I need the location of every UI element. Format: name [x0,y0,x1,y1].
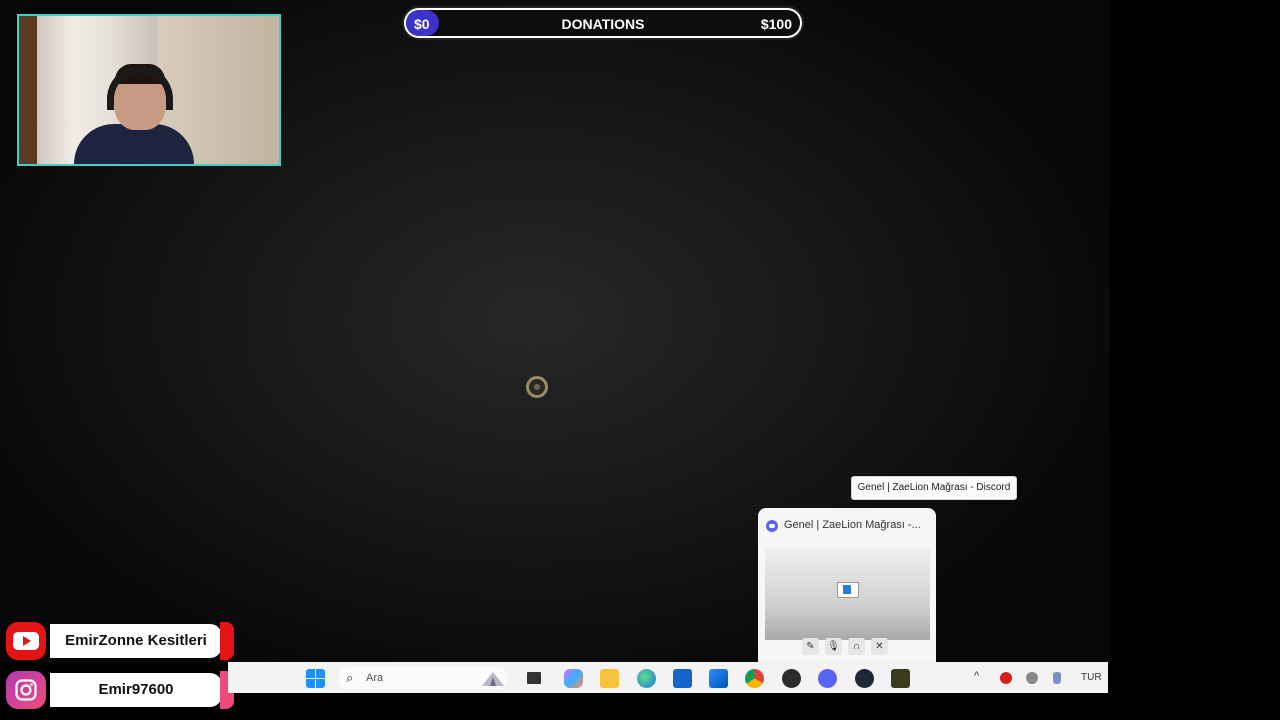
youtube-channel-label: EmirZonne Kesitleri [50,624,222,658]
screen-share-icon[interactable]: ✎ [802,638,819,655]
instagram-badge: Emir97600 [6,671,234,709]
headphones-icon[interactable]: ∩ [848,638,865,655]
folder-icon[interactable] [600,669,619,688]
instagram-icon [6,671,46,709]
preview-title: Genel | ZaeLion Mağrası -... [784,519,921,531]
windows-taskbar: ⌕ Ara ^ TUR [228,662,1108,693]
discord-icon [766,520,778,532]
preview-app-logo-icon [837,582,859,598]
preview-voice-controls: ✎ 🎙 ∩ ✕ [802,638,898,656]
show-hidden-icons-icon[interactable]: ^ [974,670,979,682]
webcam-overlay [17,14,281,166]
microphone-tray-icon[interactable] [1053,672,1061,684]
microphone-icon[interactable]: 🎙 [825,638,842,655]
edge-icon[interactable] [637,669,656,688]
windows-start-icon[interactable] [306,669,325,688]
donations-goal: $100 [760,16,792,32]
task-view-icon[interactable] [527,672,541,684]
steam-icon[interactable] [855,669,874,688]
search-icon: ⌕ [346,670,354,685]
mail-icon[interactable] [709,669,728,688]
discord-window-preview[interactable]: Genel | ZaeLion Mağrası -... ✎ 🎙 ∩ ✕ [758,508,936,662]
store-icon[interactable] [673,669,692,688]
donations-title: DONATIONS [561,16,645,32]
instagram-handle-label: Emir97600 [50,673,222,707]
search-highlight-icon [482,672,504,686]
discord-icon[interactable] [818,669,837,688]
webcam-person-body [74,124,194,164]
chrome-icon[interactable] [745,669,764,688]
input-language[interactable]: TUR [1081,672,1102,683]
game-icon[interactable] [891,669,910,688]
tray-red-app-icon[interactable] [1000,672,1012,684]
youtube-badge-edge [220,622,234,660]
network-icon[interactable] [1026,672,1038,684]
loading-spinner-icon [526,376,548,398]
youtube-icon [6,622,46,660]
taskbar-search[interactable]: ⌕ Ara [338,667,508,689]
youtube-badge: EmirZonne Kesitleri [6,622,234,660]
copilot-icon[interactable] [564,669,583,688]
preview-header: Genel | ZaeLion Mağrası -... [766,519,930,534]
search-placeholder: Ara [366,672,384,684]
app-icon[interactable] [782,669,801,688]
discord-taskbar-tooltip: Genel | ZaeLion Mağrası - Discord [851,476,1017,500]
donations-goal-bar: $0 DONATIONS $100 [402,6,804,40]
disconnect-icon[interactable]: ✕ [871,638,888,655]
webcam-door [19,16,39,164]
